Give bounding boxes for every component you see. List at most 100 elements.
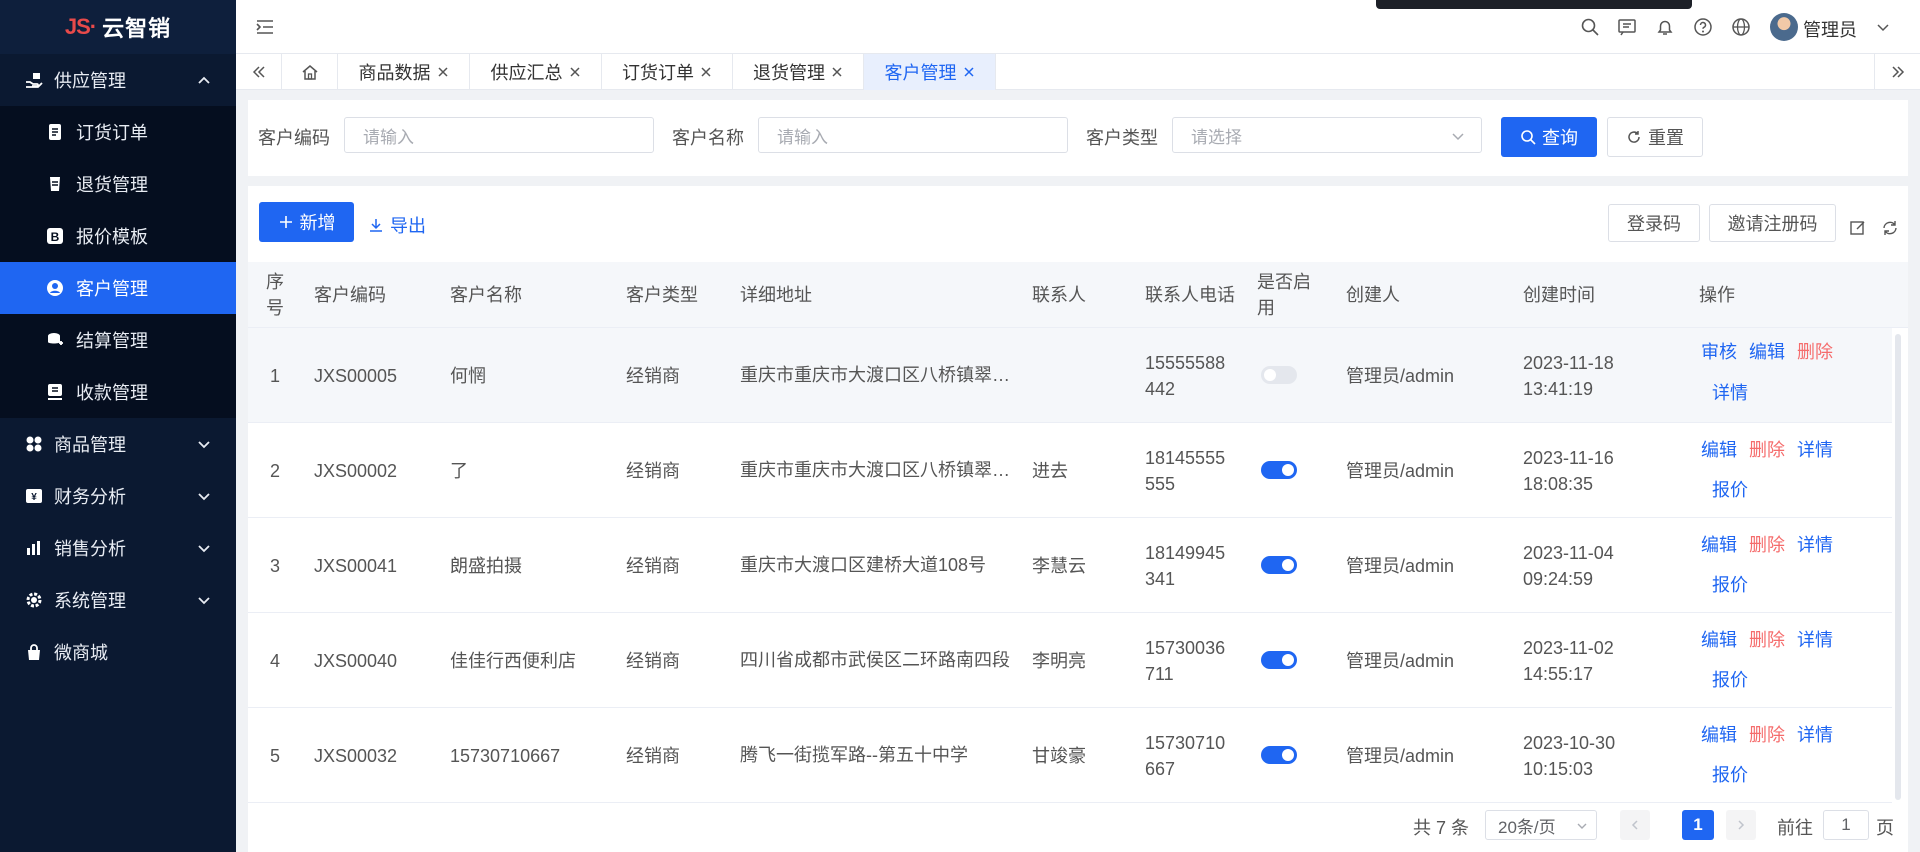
next-page-button[interactable] — [1726, 810, 1756, 840]
cell-creator: 管理员/admin — [1346, 365, 1455, 386]
tabs-scroll-left[interactable] — [236, 54, 282, 90]
close-icon[interactable] — [831, 66, 843, 78]
sidebar-item-collection[interactable]: 收款管理 — [0, 366, 236, 418]
table-row[interactable]: 3 JXS00041 朗盛拍摄 经销商 重庆市大渡口区建桥大道108号 李慧云 … — [248, 518, 1892, 613]
menu-item-mall[interactable]: 微商城 — [0, 626, 236, 678]
sidebar-item-settlement[interactable]: 结算管理 — [0, 314, 236, 366]
menu-group-supply[interactable]: 供应管理 — [0, 54, 236, 106]
app-logo[interactable]: JS· 云智销 — [0, 0, 236, 54]
audit-link[interactable]: 审核 — [1701, 338, 1737, 364]
tab-supply-summary[interactable]: 供应汇总 — [470, 54, 602, 90]
prev-page-button[interactable] — [1620, 810, 1650, 840]
cell-address: 四川省成都市武侯区二环路南四段 — [740, 650, 1010, 670]
customer-name-input[interactable]: 请输入 — [758, 117, 1068, 153]
detail-link[interactable]: 详情 — [1797, 721, 1833, 747]
page-size-select[interactable]: 20条/页 — [1485, 810, 1597, 840]
globe-icon[interactable] — [1731, 17, 1751, 37]
detail-link[interactable]: 详情 — [1797, 436, 1833, 462]
chevron-down-icon[interactable] — [1876, 20, 1890, 34]
sidebar-item-returns[interactable]: 退货管理 — [0, 158, 236, 210]
enabled-switch[interactable] — [1261, 461, 1297, 479]
edit-columns-icon[interactable] — [1849, 219, 1867, 237]
sidebar-item-quote-template[interactable]: B 报价模板 — [0, 210, 236, 262]
delete-link[interactable]: 删除 — [1749, 436, 1785, 462]
enabled-switch[interactable] — [1261, 746, 1297, 764]
cell-code: JXS00005 — [314, 365, 398, 386]
tab-customers[interactable]: 客户管理 — [864, 54, 996, 90]
avatar[interactable] — [1770, 13, 1798, 41]
delete-link[interactable]: 删除 — [1749, 721, 1785, 747]
quote-link[interactable]: 报价 — [1712, 761, 1748, 787]
cell-created: 2023-11-18 13:41:19 — [1523, 352, 1614, 399]
table-scrollbar-thumb[interactable] — [1895, 334, 1901, 800]
delete-link[interactable]: 删除 — [1749, 531, 1785, 557]
close-icon[interactable] — [437, 66, 449, 78]
menu-group-sales[interactable]: 销售分析 — [0, 522, 236, 574]
invite-code-button[interactable]: 邀请注册码 — [1709, 204, 1836, 242]
close-icon[interactable] — [700, 66, 712, 78]
edit-link[interactable]: 编辑 — [1701, 721, 1737, 747]
export-button[interactable]: 导出 — [368, 212, 426, 238]
table-row[interactable]: 5 JXS00032 15730710667 经销商 腾飞一街揽军路--第五十中… — [248, 708, 1892, 803]
close-icon[interactable] — [963, 66, 975, 78]
button-label: 邀请注册码 — [1727, 214, 1818, 234]
edit-link[interactable]: 编辑 — [1749, 338, 1785, 364]
query-button[interactable]: 查询 — [1501, 117, 1597, 157]
quote-link[interactable]: 报价 — [1712, 666, 1748, 692]
th-phone: 联系人电话 — [1145, 285, 1235, 305]
delete-link[interactable]: 删除 — [1749, 626, 1785, 652]
refresh-icon[interactable] — [1881, 219, 1899, 237]
help-icon[interactable] — [1693, 17, 1713, 37]
th-type: 客户类型 — [626, 285, 698, 305]
menu-group-system[interactable]: 系统管理 — [0, 574, 236, 626]
table-row[interactable]: 2 JXS00002 了 经销商 重庆市重庆市大渡口区八桥镇翠园路 进去 181… — [248, 423, 1892, 518]
reset-button[interactable]: 重置 — [1607, 117, 1703, 157]
cell-creator: 管理员/admin — [1346, 650, 1455, 671]
tab-returns[interactable]: 退货管理 — [733, 54, 864, 90]
menu-group-products[interactable]: 商品管理 — [0, 418, 236, 470]
edit-link[interactable]: 编辑 — [1701, 626, 1737, 652]
sidebar-item-orders[interactable]: 订货订单 — [0, 106, 236, 158]
enabled-switch[interactable] — [1261, 556, 1297, 574]
bell-icon[interactable] — [1655, 17, 1675, 37]
cell-type: 经销商 — [626, 365, 680, 386]
goto-page-input[interactable]: 1 — [1823, 810, 1869, 840]
finance-icon: ¥ — [24, 486, 44, 506]
menu-fold-icon[interactable] — [254, 16, 276, 38]
tab-home[interactable] — [282, 54, 338, 90]
delete-link[interactable]: 删除 — [1797, 338, 1833, 364]
sidebar-item-label: 结算管理 — [76, 331, 148, 351]
shopping-bag-icon — [24, 642, 44, 662]
add-customer-button[interactable]: 新增 — [259, 202, 354, 242]
tabs-scroll-right[interactable] — [1874, 54, 1920, 90]
top-header: 管理员 — [236, 0, 1920, 54]
user-name[interactable]: 管理员 — [1803, 16, 1857, 42]
tab-product-data[interactable]: 商品数据 — [338, 54, 470, 90]
supply-icon — [24, 70, 44, 90]
detail-link[interactable]: 详情 — [1797, 531, 1833, 557]
cell-address: 重庆市重庆市大渡口区八桥镇翠园路 — [740, 365, 1012, 385]
login-code-button[interactable]: 登录码 — [1608, 204, 1700, 242]
detail-link[interactable]: 详情 — [1712, 379, 1748, 405]
message-icon[interactable] — [1617, 17, 1637, 37]
customer-code-input[interactable]: 请输入 — [344, 117, 654, 153]
quote-link[interactable]: 报价 — [1712, 571, 1748, 597]
search-icon[interactable] — [1580, 17, 1600, 37]
customer-type-select[interactable]: 请选择 — [1172, 117, 1482, 153]
close-icon[interactable] — [569, 66, 581, 78]
cell-type: 经销商 — [626, 650, 680, 671]
table-row[interactable]: 1 JXS00005 何惘 经销商 重庆市重庆市大渡口区八桥镇翠园路 15555… — [248, 328, 1892, 423]
tab-orders[interactable]: 订货订单 — [602, 54, 733, 90]
sidebar-item-customers[interactable]: 客户管理 — [0, 262, 236, 314]
edit-link[interactable]: 编辑 — [1701, 436, 1737, 462]
cell-contact: 进去 — [1032, 460, 1068, 481]
quote-link[interactable]: 报价 — [1712, 476, 1748, 502]
edit-link[interactable]: 编辑 — [1701, 531, 1737, 557]
enabled-switch[interactable] — [1261, 651, 1297, 669]
page-number-current[interactable]: 1 — [1682, 810, 1714, 840]
menu-group-finance[interactable]: ¥ 财务分析 — [0, 470, 236, 522]
menu-group-label: 供应管理 — [54, 71, 126, 91]
detail-link[interactable]: 详情 — [1797, 626, 1833, 652]
table-row[interactable]: 4 JXS00040 佳佳行西便利店 经销商 四川省成都市武侯区二环路南四段 李… — [248, 613, 1892, 708]
enabled-switch[interactable] — [1261, 366, 1297, 384]
